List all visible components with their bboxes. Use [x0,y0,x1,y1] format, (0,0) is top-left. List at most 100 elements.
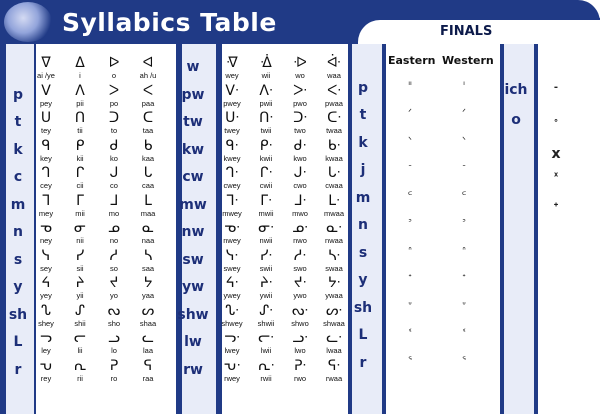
w-consonant-label: yw [181,279,205,295]
syllable-glyph: ᐚ [326,55,342,71]
syllable-label: mwey [222,208,242,218]
western-final: ᐨ [462,163,466,173]
finals-consonant-label: k [358,134,368,151]
syllable-cell: ᓂ nii [65,221,95,246]
syllable-label: tey [40,126,51,135]
syllable-cell: ᐸ paa [133,83,163,108]
eastern-final: ᐠ [408,135,412,146]
syllable-cell: ᔪ yo [99,275,129,301]
extra-label: o [511,112,521,128]
western-final: ᓫ [462,328,466,338]
syllable-label: pey [39,98,53,108]
w-consonant-label: sw [182,251,204,268]
syllable-glyph: ᓯᐧ [259,247,273,264]
syllable-glyph: ᑲᐧ [327,137,341,154]
eastern-final: ᐢ [408,245,412,256]
syllable-cell: ᑲ kaa [133,138,163,163]
w-consonant-label: pw [181,86,205,103]
syllable-label: lo [111,346,117,355]
syllable-label: pwey [223,98,241,108]
syllable-glyph: ᔕ [141,302,155,319]
syllable-cell: ᔦᐧ ywey [217,276,247,301]
syllable-label: yii [76,291,84,300]
syllable-label: cey [40,181,52,190]
extra-final: - [553,82,559,93]
finals-consonant-label: s [358,244,368,261]
syllable-glyph: ᑕᐧ [327,110,341,126]
syllable-cell: ᕆ rii [65,357,95,383]
consonant-label: sh [8,306,28,323]
syllable-cell: ᐐ wii [251,56,281,81]
syllable-label: shii [74,318,86,328]
syllable-glyph: ᒧᐧ [293,192,307,209]
syllable-cell: ᔦ yey [31,276,61,301]
w-consonant-label: lw [184,334,202,350]
syllable-cell: ᒥ mii [65,193,95,218]
w-consonant-label: rw [183,361,203,378]
syllable-glyph: ᔐᐧ [225,302,239,319]
w-consonant-label: cw [182,169,204,185]
syllable-glyph: ᒉᐧ [225,165,239,181]
consonant-label: t [14,114,22,130]
syllable-cell: ᓚ laa [133,331,163,356]
syllable-label: co [110,181,118,190]
syllable-glyph: ᓗ [108,330,120,346]
syllable-cell: ᑌᐧ twey [217,111,247,136]
syllable-glyph: ᐁ [41,55,51,71]
syllable-glyph: ᐳᐧ [293,82,307,99]
syllable-label: kwo [293,153,307,163]
syllable-cell: ᑭᐧ kwii [251,138,281,163]
syllable-label: so [110,263,118,273]
syllable-label: po [109,98,119,108]
syllable-label: waa [327,71,341,80]
syllable-cell: ᓭ sey [31,247,61,273]
syllable-cell: ᐯ pey [31,83,61,108]
syllable-cell: ᓂᐧ nwii [251,221,281,246]
syllable-cell: ᑯᐧ kwo [285,138,315,163]
syllable-glyph: ᐃ [75,55,85,71]
syllable-glyph: ᓭ [41,247,51,264]
syllable-glyph: ᑭ [75,137,85,154]
syllable-cell: ᑎᐧ twii [251,111,281,136]
syllable-glyph: ᒪᐧ [328,192,340,209]
syllable-glyph: ᑯ [109,137,119,154]
syllable-cell: ᑕ taa [133,111,163,136]
syllable-glyph: ᔪ [109,275,119,291]
syllable-cell: ᓴ saa [133,248,163,273]
w-consonant-label: kw [181,141,205,158]
syllable-glyph: ᒧ [109,192,119,209]
syllable-glyph: ᓭᐧ [225,247,239,264]
syllable-cell: ᒍᐧ cwo [285,166,315,191]
syllable-label: twii [260,126,272,135]
syllable-glyph: ᒪ [144,192,152,209]
consonant-label: r [14,361,22,378]
syllable-label: kwey [223,153,241,163]
syllable-cell: ᓯ sii [65,248,95,273]
syllable-glyph: ᐯᐧ [225,82,239,99]
syllable-label: yo [110,291,118,300]
eastern-final: ᐣ [408,218,412,228]
syllable-glyph: ᕆ [73,357,87,374]
syllable-cell: ᔭ yaa [133,276,163,301]
syllable-glyph: ᐌ [226,55,238,71]
syllable-cell: ᐃi [65,55,95,81]
syllable-label: ywey [223,291,241,300]
syllable-label: nii [76,236,84,245]
syllable-cell: ᐱᐧ pwii [251,82,281,108]
extra-final: x [551,146,561,162]
syllable-glyph: ᓓ [40,330,52,346]
syllable-cell: ᔪᐧ ywo [285,276,315,301]
syllable-glyph: ᐱᐧ [259,82,273,99]
syllable-label: cwo [293,181,307,190]
syllable-cell: ᐳᐧ pwo [285,82,315,108]
syllable-glyph: ᒣᐧ [225,192,239,209]
syllable-glyph: ᒐᐧ [327,165,341,181]
syllable-cell: ᓗ lo [99,330,129,356]
syllable-label: swo [293,263,307,273]
finals-header-eastern: Eastern [388,54,436,67]
syllable-label: sho [107,318,121,328]
consonant-label: y [13,279,23,295]
syllable-cell: ᐯᐧ pwey [217,82,247,108]
syllable-label: ko [110,153,118,163]
syllable-glyph: ᒋ [75,165,85,181]
